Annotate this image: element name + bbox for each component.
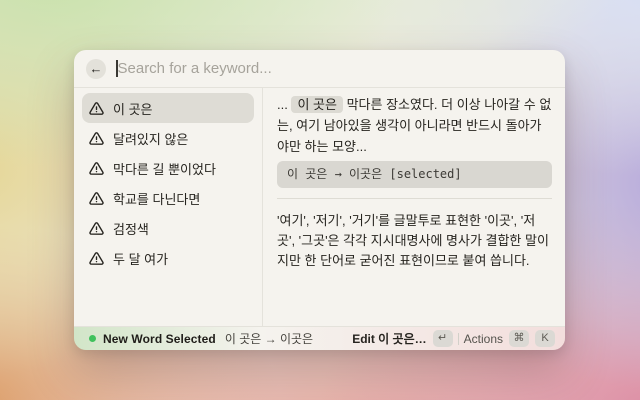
search-field[interactable] <box>116 60 553 77</box>
warning-icon <box>89 101 104 116</box>
warning-icon <box>89 161 104 176</box>
status-detail: 이 곳은 → 이곳은 <box>225 330 313 347</box>
actions-label: Actions <box>464 332 503 346</box>
section-divider <box>277 198 552 199</box>
replacement-box: 이 곳은 → 이곳은 [selected] <box>277 161 552 188</box>
status-label: New Word Selected <box>103 332 216 346</box>
warning-icon <box>89 251 104 266</box>
keyword-list: 이 곳은 달려있지 않은 막다른 길 뿐이었다 학교를 다닌다면 검정색 두 달… <box>74 88 262 326</box>
list-item-label: 검정색 <box>113 219 149 238</box>
excerpt-text: ... 이 곳은 막다른 장소였다. 더 이상 나아갈 수 없는, 여기 남아있… <box>277 94 552 157</box>
warning-icon <box>89 131 104 146</box>
list-item-label: 두 달 여가 <box>113 249 168 268</box>
main-split: 이 곳은 달려있지 않은 막다른 길 뿐이었다 학교를 다닌다면 검정색 두 달… <box>74 88 565 326</box>
detail-panel: ... 이 곳은 막다른 장소였다. 더 이상 나아갈 수 없는, 여기 남아있… <box>263 88 565 326</box>
warning-icon <box>89 191 104 206</box>
excerpt-prefix: ... <box>277 97 288 112</box>
list-item-label: 막다른 길 뿐이었다 <box>113 159 216 178</box>
back-button[interactable]: ← <box>86 59 106 79</box>
command-key-icon: ⌘ <box>509 330 529 347</box>
list-item[interactable]: 두 달 여가 <box>82 243 254 273</box>
search-input[interactable] <box>118 60 554 77</box>
search-window: ← 이 곳은 달려있지 않은 막다른 길 뿐이었다 학교를 다닌다면 <box>74 50 565 350</box>
k-key-icon: K <box>535 330 555 347</box>
list-item[interactable]: 검정색 <box>82 213 254 243</box>
list-item-label: 달려있지 않은 <box>113 129 188 148</box>
status-dot <box>89 335 96 342</box>
list-item[interactable]: 막다른 길 뿐이었다 <box>82 153 254 183</box>
edit-action-button[interactable]: Edit 이 곳은… ↵ <box>352 330 452 347</box>
list-item-label: 학교를 다닌다면 <box>113 189 200 208</box>
actions-menu-button[interactable]: Actions ⌘ K <box>464 330 555 347</box>
list-item[interactable]: 이 곳은 <box>82 93 254 123</box>
warning-icon <box>89 221 104 236</box>
left-arrow-icon: ← <box>90 62 103 75</box>
footer-separator <box>458 333 459 345</box>
list-item-label: 이 곳은 <box>113 99 153 118</box>
list-item[interactable]: 학교를 다닌다면 <box>82 183 254 213</box>
list-item[interactable]: 달려있지 않은 <box>82 123 254 153</box>
usage-note: '여기', '저기', '거기'를 글말투로 표현한 '이곳', '저곳', '… <box>277 211 552 271</box>
search-bar: ← <box>74 50 565 88</box>
enter-key-icon: ↵ <box>433 330 453 347</box>
status-bar: New Word Selected 이 곳은 → 이곳은 Edit 이 곳은… … <box>74 326 565 350</box>
keyword-chip: 이 곳은 <box>291 96 343 113</box>
edit-action-label: Edit 이 곳은… <box>352 330 426 347</box>
